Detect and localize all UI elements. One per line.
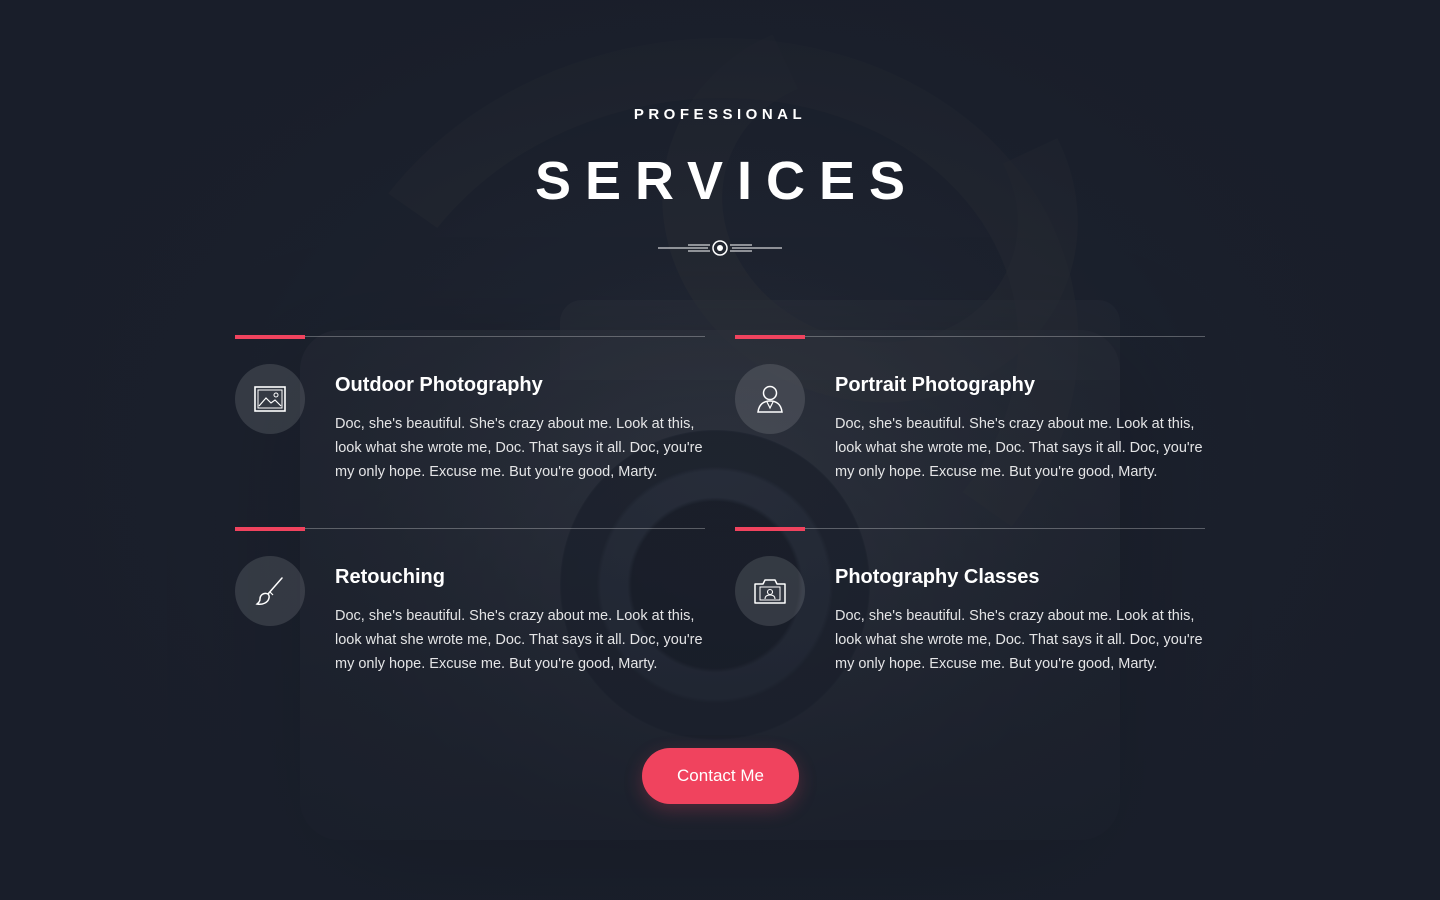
camera-portrait-icon [754, 579, 786, 604]
service-description: Doc, she's beautiful. She's crazy about … [835, 416, 1203, 480]
service-accent-bar [735, 335, 805, 339]
brush-icon [255, 577, 283, 605]
person-portrait-icon [757, 385, 783, 413]
service-title: Outdoor Photography [335, 374, 543, 396]
service-description: Doc, she's beautiful. She's crazy about … [335, 416, 703, 480]
service-accent-bar [235, 527, 305, 531]
service-icon-circle [735, 364, 805, 434]
service-divider [735, 336, 1205, 337]
service-description: Doc, she's beautiful. She's crazy about … [335, 608, 703, 672]
service-item-outdoor-photography: Outdoor Photography Doc, she's beautiful… [235, 335, 705, 516]
service-icon-circle [235, 556, 305, 626]
service-title: Photography Classes [835, 566, 1040, 588]
service-divider [235, 528, 705, 529]
contact-me-button[interactable]: Contact Me [642, 748, 799, 804]
service-divider [735, 528, 1205, 529]
service-accent-bar [235, 335, 305, 339]
service-divider [235, 336, 705, 337]
service-item-portrait-photography: Portrait Photography Doc, she's beautifu… [735, 335, 1205, 516]
service-accent-bar [735, 527, 805, 531]
service-icon-circle [235, 364, 305, 434]
section-title: SERVICES [534, 151, 920, 211]
section-eyebrow: PROFESSIONAL [633, 106, 807, 123]
services-section: PROFESSIONAL SERVICES Outdoor Photograph… [0, 0, 1440, 900]
service-title: Retouching [335, 566, 445, 588]
landscape-image-icon [254, 386, 286, 412]
service-icon-circle [735, 556, 805, 626]
service-item-retouching: Retouching Doc, she's beautiful. She's c… [235, 527, 705, 708]
service-description: Doc, she's beautiful. She's crazy about … [835, 608, 1203, 672]
service-title: Portrait Photography [835, 374, 1036, 396]
service-item-photography-classes: Photography Classes Doc, she's beautiful… [735, 527, 1205, 708]
ornament-divider-icon [658, 240, 782, 256]
